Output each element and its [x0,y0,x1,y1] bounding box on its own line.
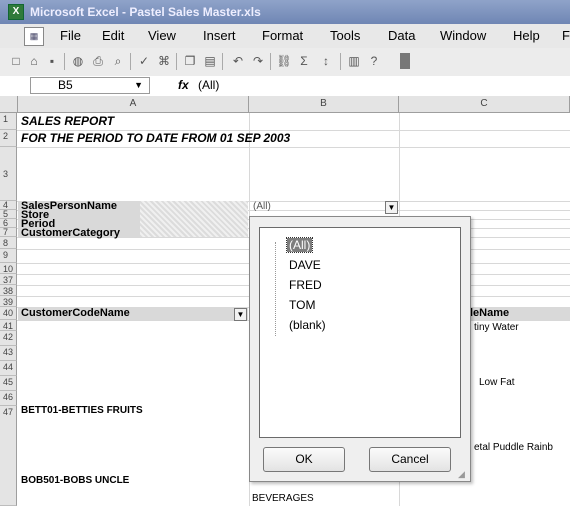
menu-tools[interactable]: Tools [330,28,360,44]
cell-c37[interactable]: tiny Water [474,321,519,334]
menu-window[interactable]: Window [440,28,486,44]
row-header[interactable]: 39 [0,296,17,307]
column-c-field-label[interactable]: leName [470,307,509,320]
menu-help[interactable]: Help [513,28,540,44]
menu-insert[interactable]: Insert [203,28,236,44]
report-period[interactable]: FOR THE PERIOD TO DATE FROM 01 SEP 2003 [21,132,290,145]
menu-overflow[interactable]: F [562,28,570,44]
row-header[interactable]: 8 [0,237,17,249]
option-dave[interactable]: DAVE [287,258,323,272]
cell-a42[interactable]: BETT01-BETTIES FRUITS [21,404,143,417]
ok-button[interactable]: OK [263,447,345,472]
new-icon[interactable]: □ [8,53,24,69]
toolbar-handle-icon[interactable] [400,53,410,69]
menu-view[interactable]: View [148,28,176,44]
excel-app-icon: X [8,4,24,20]
row-header[interactable]: 1 [0,113,17,130]
copy-icon[interactable]: ❐ [182,53,198,69]
row-header[interactable]: 42 [0,331,17,346]
save-icon[interactable]: ▪ [44,53,60,69]
redo-icon[interactable]: ↷ [250,53,266,69]
page-field-value[interactable]: (All) [253,200,271,213]
paste-icon[interactable]: ▤ [202,53,218,69]
page-field-dropdown: (All) DAVE FRED TOM (blank) OK Cancel ◢ [249,216,471,482]
resize-grip-icon[interactable]: ◢ [458,469,468,479]
option-tom[interactable]: TOM [287,298,317,312]
menu-file[interactable]: File [60,28,81,44]
row-header[interactable]: 2 [0,130,17,147]
row-header[interactable]: 43 [0,346,17,361]
cell-a46[interactable]: BOB501-BOBS UNCLE [21,474,129,487]
autosum-icon[interactable]: Σ [296,53,312,69]
option-fred[interactable]: FRED [287,278,324,292]
row-header[interactable]: 10 [0,263,17,274]
cell-c40[interactable]: Low Fat [479,376,515,389]
chevron-down-icon[interactable]: ▼ [134,78,143,93]
fx-icon[interactable]: fx [178,78,189,92]
column-header-b[interactable]: B [249,96,399,113]
undo-icon[interactable]: ↶ [230,53,246,69]
row-field-dropdown-button[interactable]: ▼ [234,308,247,321]
cell-b47[interactable]: BEVERAGES [252,492,314,505]
row-header[interactable]: 38 [0,285,17,296]
row-header[interactable]: 46 [0,391,17,406]
row-header[interactable]: 40 [0,307,17,320]
sort-ascending-icon[interactable]: ↕ [318,53,334,69]
row-header[interactable]: 44 [0,361,17,376]
page-field-customer-category[interactable]: CustomerCategory [21,227,120,240]
formula-value[interactable]: (All) [198,78,219,92]
formula-bar: B5 ▼ fx (All) [0,76,570,97]
name-box[interactable]: B5 ▼ [30,77,150,94]
spelling-icon[interactable]: ✓ [136,53,152,69]
print-preview-icon[interactable]: ⌕ [110,53,126,69]
row-header[interactable]: 9 [0,249,17,263]
cell-c44[interactable]: etal Puddle Rainb [474,441,553,454]
select-all-corner[interactable] [0,96,18,113]
open-icon[interactable]: ⌂ [26,53,42,69]
option-blank[interactable]: (blank) [287,318,328,332]
window-title: Microsoft Excel - Pastel Sales Master.xl… [30,5,261,19]
cell-reference: B5 [58,78,73,92]
row-field-label[interactable]: CustomerCodeName [21,307,130,320]
row-header[interactable]: 3 [0,147,17,201]
row-header[interactable]: 41 [0,320,17,331]
report-title[interactable]: SALES REPORT [21,115,114,128]
column-header-a[interactable]: A [18,96,249,113]
permission-icon[interactable]: ◍ [70,53,86,69]
research-icon[interactable]: ⌘ [156,53,172,69]
row-header[interactable]: 45 [0,376,17,391]
menu-data[interactable]: Data [388,28,415,44]
menu-edit[interactable]: Edit [102,28,124,44]
column-header-c[interactable]: C [399,96,570,113]
window-title-bar: X Microsoft Excel - Pastel Sales Master.… [0,0,570,24]
print-icon[interactable]: ⎙ [90,53,106,69]
standard-toolbar: □ ⌂ ▪ ◍ ⎙ ⌕ ✓ ⌘ ❐ ▤ ↶ ↷ ⛓ Σ ↕ ▥ ? [0,48,570,77]
menu-bar: ▦ File Edit View Insert Format Tools Dat… [0,24,570,49]
chart-wizard-icon[interactable]: ▥ [346,53,362,69]
workbook-icon[interactable]: ▦ [24,27,44,46]
menu-format[interactable]: Format [262,28,303,44]
help-icon[interactable]: ? [366,53,382,69]
option-all[interactable]: (All) [285,237,314,253]
hyperlink-icon[interactable]: ⛓ [276,53,292,69]
cancel-button[interactable]: Cancel [369,447,451,472]
row-header[interactable]: 7 [0,228,17,237]
row-header[interactable]: 37 [0,274,17,285]
row-header[interactable]: 47 [0,406,17,506]
page-field-dropdown-button[interactable]: ▼ [385,201,398,214]
options-list[interactable]: (All) DAVE FRED TOM (blank) [259,227,461,438]
